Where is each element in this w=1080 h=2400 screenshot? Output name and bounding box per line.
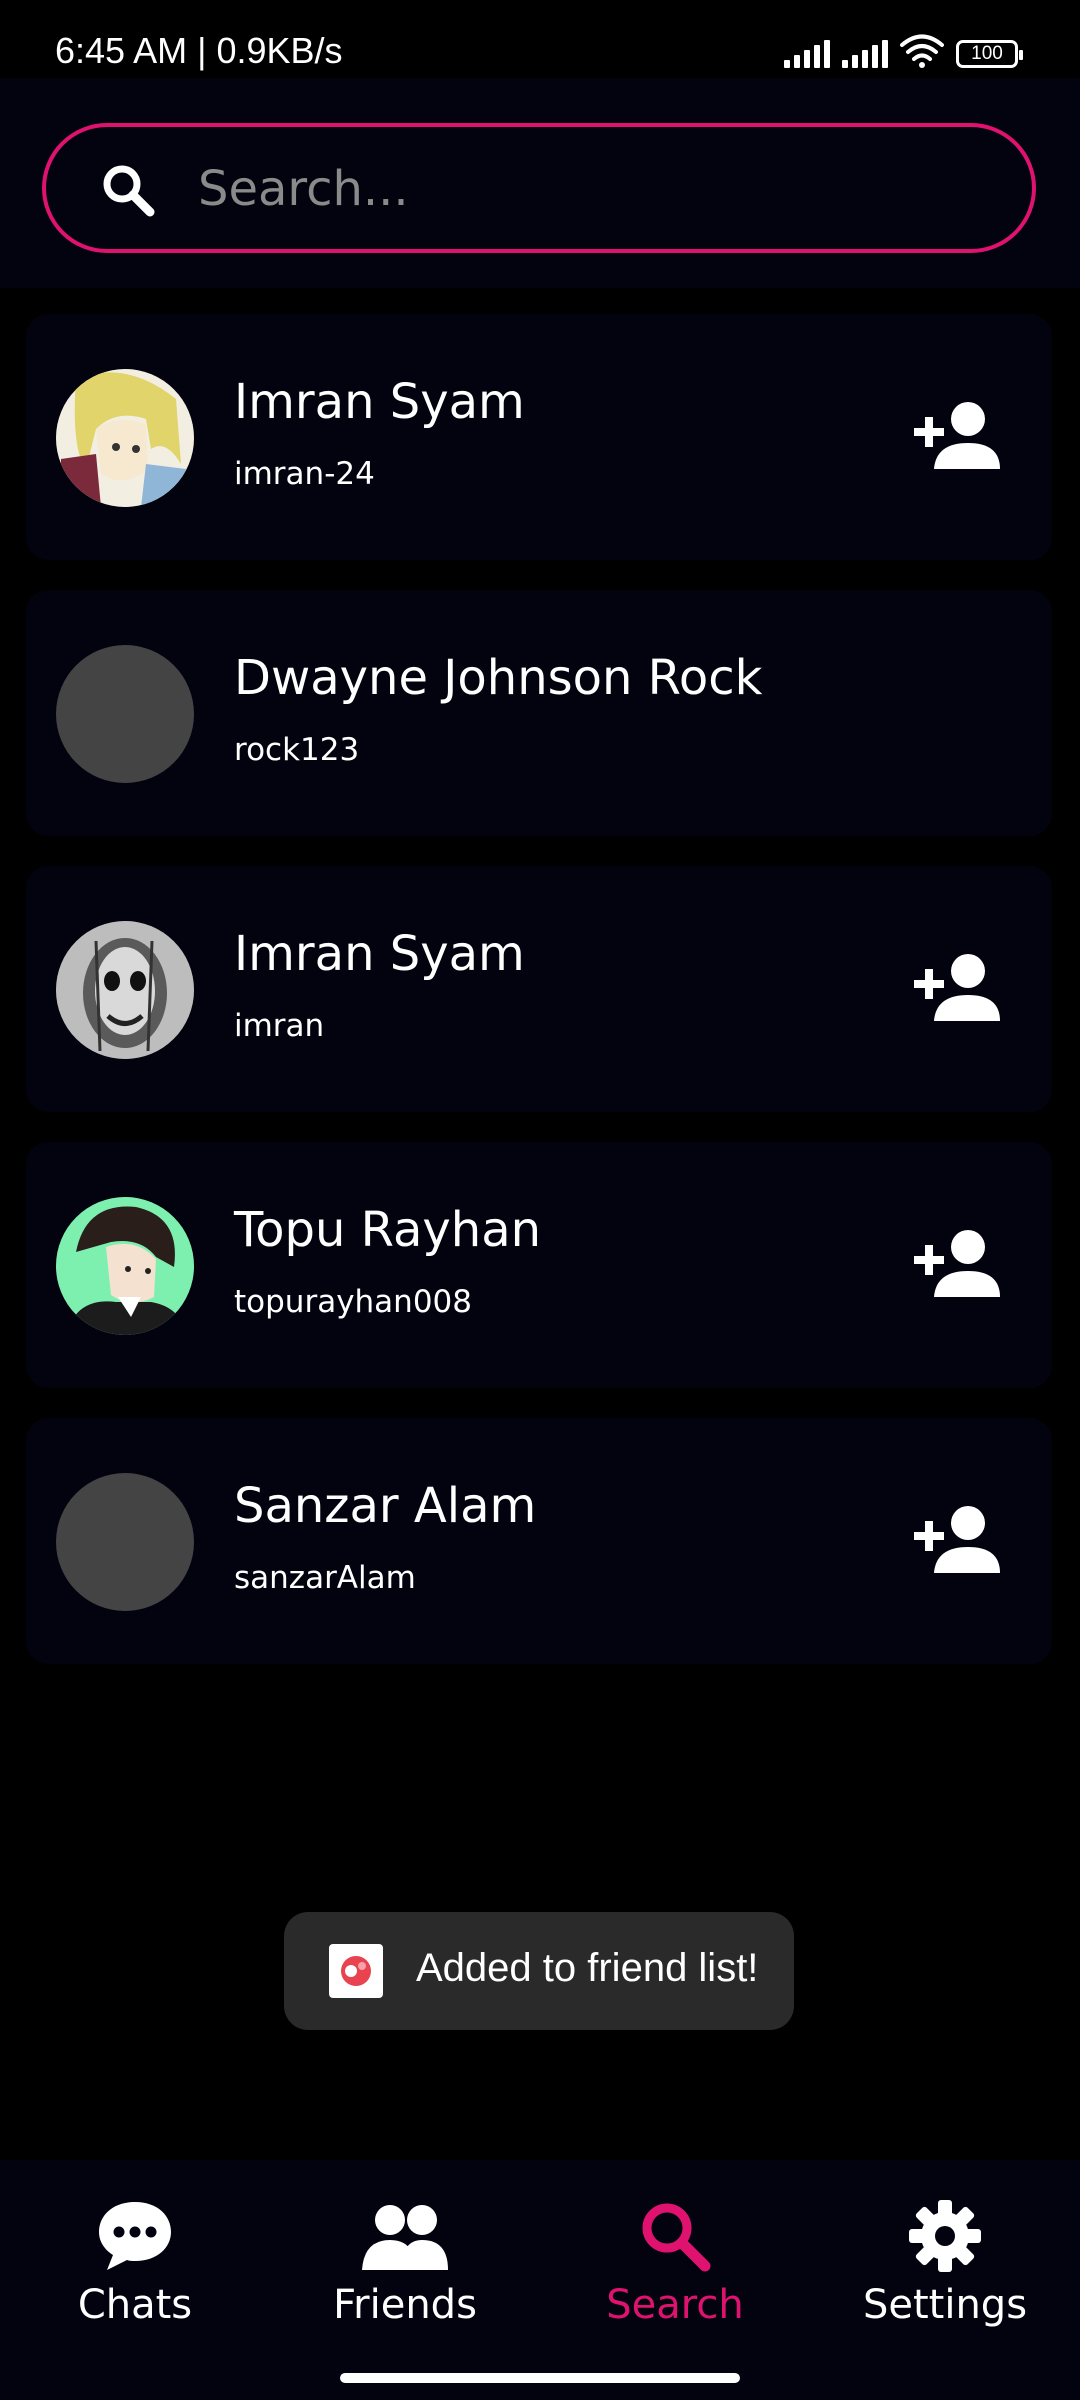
wifi-icon [900,34,944,68]
nav-item-search[interactable]: Search [565,2196,785,2336]
user-display-name: Topu Rayhan [234,1202,542,1258]
user-result-card[interactable]: Imran Syam imran-24 [26,314,1052,560]
search-icon [642,2203,711,2272]
search-icon [103,165,155,217]
signal-icon [784,38,830,68]
battery-level: 100 [971,43,1003,64]
user-username: sanzarAlam [234,1560,416,1596]
nav-label-chats: Chats [77,2282,193,2328]
battery-icon: 100 [956,40,1023,68]
user-result-card[interactable]: Topu Rayhan topurayhan008 [26,1142,1052,1388]
user-display-name: Imran Syam [234,926,525,982]
nav-label-settings: Settings [862,2282,1028,2328]
bottom-navigation: Chats Friends Search Settings [0,2160,1080,2400]
signal-icon [842,38,888,68]
user-result-card[interactable]: Sanzar Alam sanzarAlam [26,1418,1052,1664]
nav-item-chats[interactable]: Chats [25,2196,245,2336]
avatar-placeholder [56,645,194,783]
gear-icon [909,2200,981,2272]
add-friend-button[interactable] [912,1225,1000,1305]
add-person-icon [914,1230,1000,1297]
nav-label-search: Search [606,2282,744,2328]
status-icons: 100 [784,34,1023,68]
user-username: rock123 [234,732,360,768]
toast-notification: Added to friend list! [284,1912,794,2030]
user-result-card[interactable]: Imran Syam imran [26,866,1052,1112]
add-friend-button[interactable] [912,397,1000,477]
toast-message: Added to friend list! [416,1946,759,1990]
app-logo-icon [329,1944,383,1998]
add-person-icon [914,402,1000,469]
search-input[interactable] [196,147,980,231]
user-username: imran [234,1008,325,1044]
search-box[interactable] [42,123,1036,253]
user-result-card[interactable]: Dwayne Johnson Rock rock123 [26,590,1052,836]
user-display-name: Sanzar Alam [234,1478,537,1534]
search-screen: 6:45 AM | 0.9KB/s 100 Search... Imran Sy… [0,0,1080,2400]
nav-item-settings[interactable]: Settings [835,2196,1055,2336]
avatar-placeholder [56,1473,194,1611]
user-display-name: Dwayne Johnson Rock [234,650,763,706]
user-display-name: Imran Syam [234,374,525,430]
people-icon [362,2205,448,2270]
status-bar: 6:45 AM | 0.9KB/s 100 [0,0,1080,78]
home-indicator[interactable] [340,2373,740,2383]
avatar [56,369,194,507]
add-person-icon [914,954,1000,1021]
nav-item-friends[interactable]: Friends [295,2196,515,2336]
user-username: topurayhan008 [234,1284,472,1320]
avatar [56,921,194,1059]
user-username: imran-24 [234,456,375,492]
add-friend-button[interactable] [912,1501,1000,1581]
nav-label-friends: Friends [333,2282,477,2328]
chat-bubble-icon [99,2202,171,2270]
add-person-icon [914,1506,1000,1573]
status-time: 6:45 AM | 0.9KB/s [55,30,343,71]
avatar [56,1197,194,1335]
search-header [0,78,1080,288]
add-friend-button[interactable] [912,949,1000,1029]
